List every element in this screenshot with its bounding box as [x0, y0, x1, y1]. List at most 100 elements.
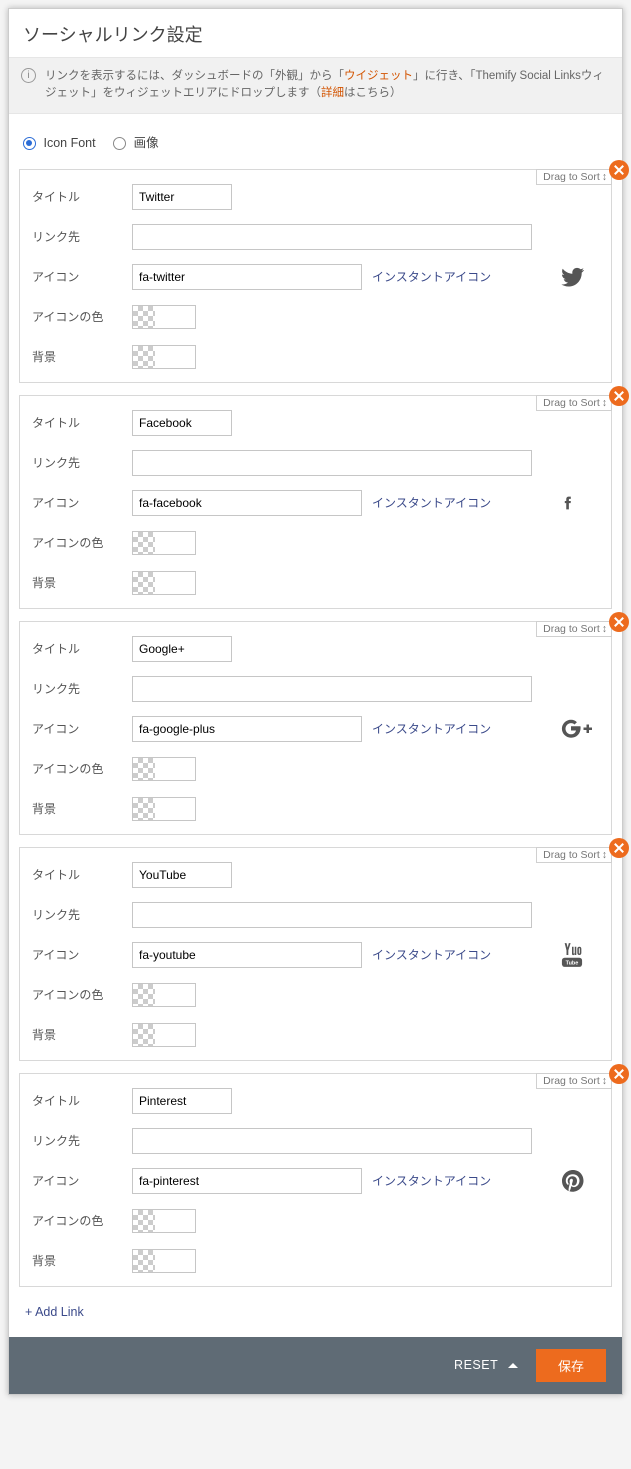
- title-label: タイトル: [32, 640, 132, 657]
- icon-color-picker[interactable]: [132, 757, 196, 781]
- drag-handle[interactable]: Drag to Sort↕: [536, 395, 612, 411]
- social-link-block: Drag to Sort↕ タイトル リンク先 アイコン インスタントアイコン …: [19, 395, 612, 609]
- drag-label: Drag to Sort: [543, 849, 600, 861]
- remove-button[interactable]: [609, 386, 629, 406]
- icon-label: アイコン: [32, 946, 132, 963]
- title-input[interactable]: [132, 184, 232, 210]
- background-color-picker[interactable]: [132, 571, 196, 595]
- icon-input[interactable]: [132, 490, 362, 516]
- googleplus-icon: [561, 719, 589, 739]
- remove-button[interactable]: [609, 838, 629, 858]
- title-label: タイトル: [32, 414, 132, 431]
- link-input[interactable]: [132, 1128, 532, 1154]
- reset-label: RESET: [454, 1358, 498, 1372]
- drag-handle[interactable]: Drag to Sort↕: [536, 1073, 612, 1089]
- icon-color-picker[interactable]: [132, 305, 196, 329]
- drag-label: Drag to Sort: [543, 171, 600, 183]
- icon-color-label: アイコンの色: [32, 986, 132, 1003]
- drag-label: Drag to Sort: [543, 1075, 600, 1087]
- link-input[interactable]: [132, 902, 532, 928]
- save-button[interactable]: 保存: [536, 1349, 606, 1382]
- title-input[interactable]: [132, 636, 232, 662]
- link-input[interactable]: [132, 224, 532, 250]
- background-label: 背景: [32, 348, 132, 365]
- drag-label: Drag to Sort: [543, 623, 600, 635]
- add-link-button[interactable]: + Add Link: [9, 1299, 622, 1337]
- icon-label: アイコン: [32, 268, 132, 285]
- icon-color-label: アイコンの色: [32, 308, 132, 325]
- footer-bar: RESET 保存: [9, 1337, 622, 1394]
- radio-icon-font[interactable]: [23, 137, 36, 150]
- title-label: タイトル: [32, 1092, 132, 1109]
- twitter-icon: [561, 265, 589, 289]
- chevron-up-icon: [508, 1363, 518, 1368]
- icon-color-label: アイコンの色: [32, 760, 132, 777]
- title-input[interactable]: [132, 410, 232, 436]
- background-color-picker[interactable]: [132, 1023, 196, 1047]
- drag-label: Drag to Sort: [543, 397, 600, 409]
- icon-label: アイコン: [32, 720, 132, 737]
- remove-button[interactable]: [609, 612, 629, 632]
- link-label: リンク先: [32, 906, 132, 923]
- background-label: 背景: [32, 1026, 132, 1043]
- drag-handle[interactable]: Drag to Sort↕: [536, 847, 612, 863]
- facebook-icon: [561, 490, 589, 516]
- info-icon: i: [21, 68, 36, 83]
- background-label: 背景: [32, 574, 132, 591]
- remove-button[interactable]: [609, 160, 629, 180]
- instant-icon-link[interactable]: インスタントアイコン: [372, 494, 491, 511]
- background-color-picker[interactable]: [132, 797, 196, 821]
- info-widget-word: ウイジェット: [344, 70, 413, 82]
- radio-image[interactable]: [113, 137, 126, 150]
- info-text-3: はこちら）: [344, 87, 402, 99]
- panel-title: ソーシャルリンク設定: [9, 9, 622, 57]
- info-detail-link[interactable]: 詳細: [321, 87, 344, 99]
- icon-input[interactable]: [132, 264, 362, 290]
- title-label: タイトル: [32, 866, 132, 883]
- link-label: リンク先: [32, 680, 132, 697]
- icon-color-picker[interactable]: [132, 1209, 196, 1233]
- social-links-panel: ソーシャルリンク設定 i リンクを表示するには、ダッシュボードの「外観」から「ウ…: [8, 8, 623, 1395]
- social-link-block: Drag to Sort↕ タイトル リンク先 アイコン インスタントアイコン …: [19, 847, 612, 1061]
- reset-button[interactable]: RESET: [454, 1358, 518, 1372]
- background-label: 背景: [32, 1252, 132, 1269]
- title-input[interactable]: [132, 862, 232, 888]
- background-color-picker[interactable]: [132, 345, 196, 369]
- background-label: 背景: [32, 800, 132, 817]
- youtube-icon: Tube: [561, 942, 589, 968]
- svg-text:Tube: Tube: [566, 960, 579, 966]
- icon-input[interactable]: [132, 1168, 362, 1194]
- link-input[interactable]: [132, 676, 532, 702]
- icon-color-picker[interactable]: [132, 531, 196, 555]
- social-link-block: Drag to Sort↕ タイトル リンク先 アイコン インスタントアイコン …: [19, 1073, 612, 1287]
- drag-handle[interactable]: Drag to Sort↕: [536, 169, 612, 185]
- title-input[interactable]: [132, 1088, 232, 1114]
- link-label: リンク先: [32, 1132, 132, 1149]
- pinterest-icon: [561, 1169, 589, 1193]
- radio-icon-font-label: Icon Font: [43, 136, 95, 150]
- icon-label: アイコン: [32, 1172, 132, 1189]
- icon-input[interactable]: [132, 716, 362, 742]
- instant-icon-link[interactable]: インスタントアイコン: [372, 720, 491, 737]
- icon-label: アイコン: [32, 494, 132, 511]
- title-label: タイトル: [32, 188, 132, 205]
- icon-color-label: アイコンの色: [32, 534, 132, 551]
- instant-icon-link[interactable]: インスタントアイコン: [372, 946, 491, 963]
- link-input[interactable]: [132, 450, 532, 476]
- info-text-1: リンクを表示するには、ダッシュボードの「外観」から「: [45, 70, 344, 82]
- social-link-block: Drag to Sort↕ タイトル リンク先 アイコン インスタントアイコン …: [19, 621, 612, 835]
- link-label: リンク先: [32, 228, 132, 245]
- link-label: リンク先: [32, 454, 132, 471]
- instant-icon-link[interactable]: インスタントアイコン: [372, 268, 491, 285]
- drag-handle[interactable]: Drag to Sort↕: [536, 621, 612, 637]
- social-link-block: Drag to Sort↕ タイトル リンク先 アイコン インスタントアイコン …: [19, 169, 612, 383]
- radio-image-label: 画像: [134, 136, 159, 150]
- background-color-picker[interactable]: [132, 1249, 196, 1273]
- info-bar: i リンクを表示するには、ダッシュボードの「外観」から「ウイジェット」に行き、「…: [9, 57, 622, 114]
- icon-input[interactable]: [132, 942, 362, 968]
- remove-button[interactable]: [609, 1064, 629, 1084]
- icon-color-label: アイコンの色: [32, 1212, 132, 1229]
- instant-icon-link[interactable]: インスタントアイコン: [372, 1172, 491, 1189]
- icon-color-picker[interactable]: [132, 983, 196, 1007]
- icon-type-radio-group: Icon Font 画像: [9, 114, 622, 157]
